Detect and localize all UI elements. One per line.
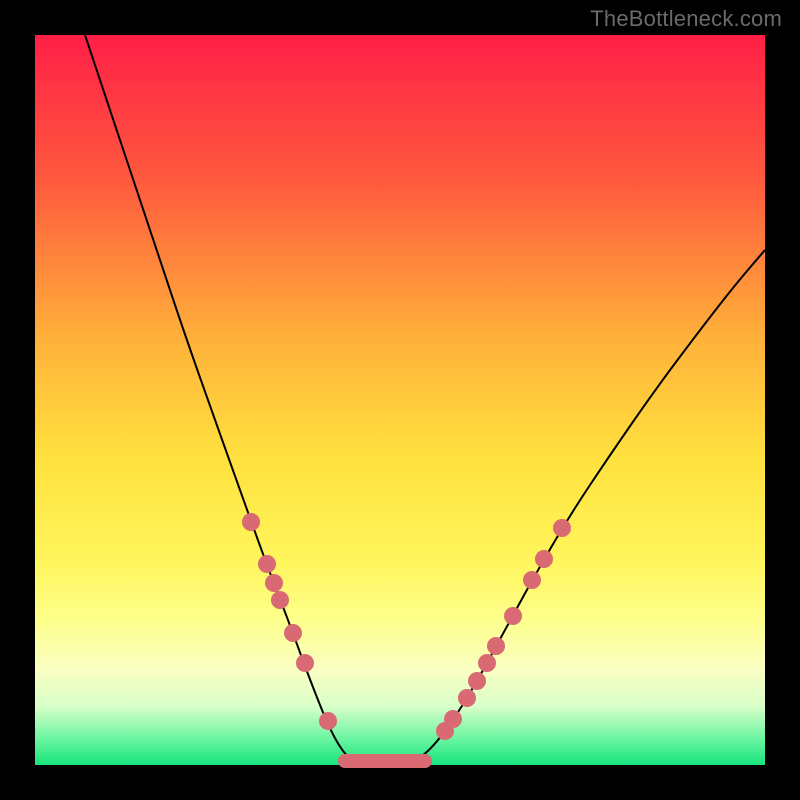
curve-marker <box>487 637 505 655</box>
curve-marker <box>242 513 260 531</box>
curve-marker <box>468 672 486 690</box>
curve-marker <box>504 607 522 625</box>
curve-right-branch <box>415 250 765 761</box>
curve-marker <box>478 654 496 672</box>
curve-marker <box>553 519 571 537</box>
curve-marker <box>319 712 337 730</box>
curve-marker <box>523 571 541 589</box>
watermark-text: TheBottleneck.com <box>590 6 782 32</box>
curve-markers <box>242 513 571 740</box>
curve-left-branch <box>85 35 355 761</box>
curve-marker <box>271 591 289 609</box>
curve-marker <box>535 550 553 568</box>
curve-marker <box>296 654 314 672</box>
curve-marker <box>265 574 283 592</box>
curve-marker <box>444 710 462 728</box>
chart-stage: TheBottleneck.com <box>0 0 800 800</box>
curve-marker <box>258 555 276 573</box>
chart-overlay <box>35 35 765 765</box>
curve-marker <box>284 624 302 642</box>
curve-marker <box>458 689 476 707</box>
